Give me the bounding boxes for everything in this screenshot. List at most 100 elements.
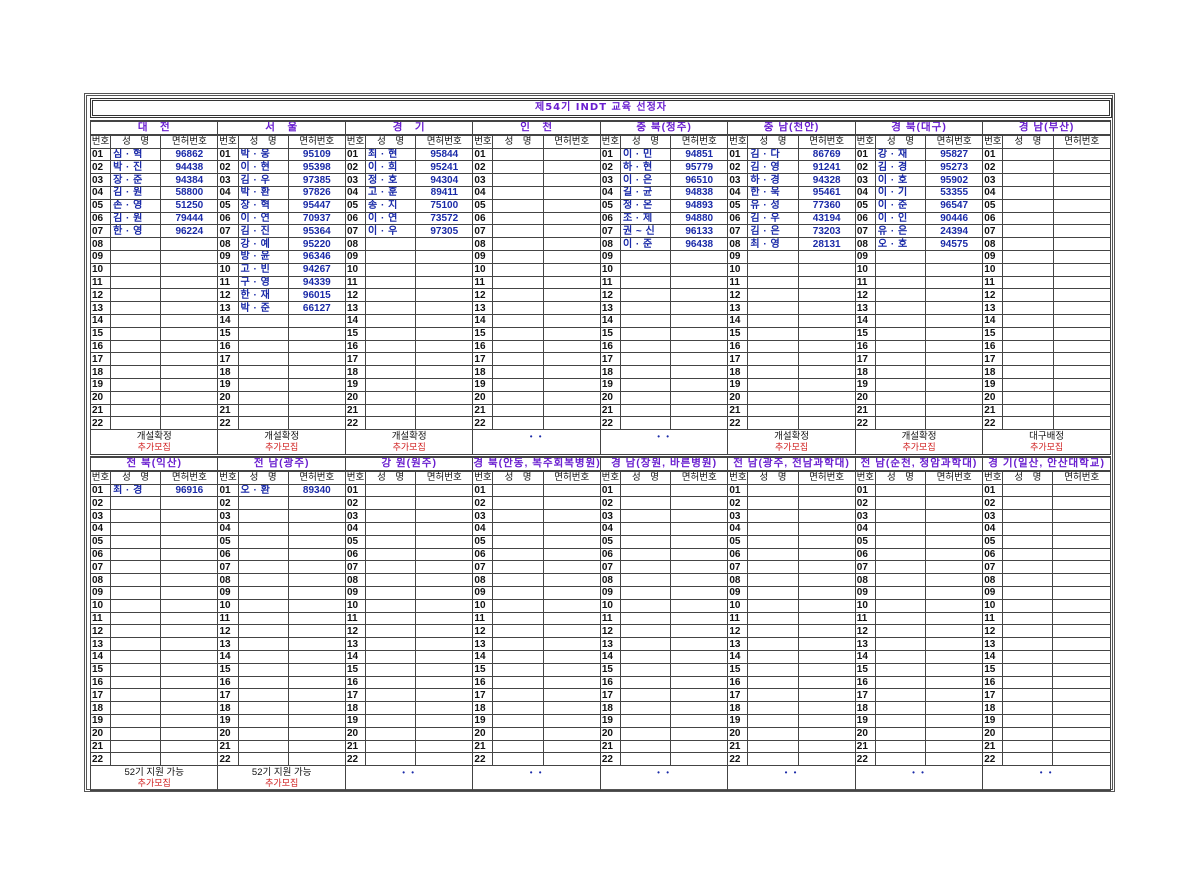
license-number: 73203 (797, 224, 856, 239)
license-number (542, 365, 601, 379)
row-number: 08 (982, 237, 1004, 251)
table-row: 06 김 · 원 79444 06 이 · 연 70937 06 이 · 연 73572 06 06… (89, 211, 1112, 226)
applicant-name: 정 · 온 (619, 198, 672, 213)
applicant-name (364, 313, 417, 328)
row-number: 05 (472, 534, 494, 549)
applicant-name (492, 326, 544, 341)
license-number (925, 288, 984, 303)
applicant-name (1002, 521, 1054, 536)
applicant-name (364, 739, 417, 754)
license-number (797, 326, 856, 341)
row-number: 17 (472, 352, 494, 367)
applicant-name (237, 611, 289, 626)
row-number: 19 (599, 713, 621, 728)
row-number: 07 (472, 224, 494, 239)
license-number: 96224 (160, 224, 219, 239)
row-number: 20 (89, 390, 112, 405)
row-number: 15 (727, 326, 749, 341)
row-number: 16 (344, 339, 367, 354)
license-number (925, 390, 984, 405)
row-number: 22 (727, 752, 749, 767)
header-num: 번호 (854, 470, 876, 485)
status-text: • • (657, 431, 672, 441)
status-text: 52기 지원 가능 (124, 766, 184, 778)
license-number (925, 262, 984, 277)
table-row: 04 김 · 원 58800 04 박 · 환 97826 04 고 · 훈 89411 04 04… (89, 185, 1112, 200)
license-number (287, 339, 346, 354)
applicant-name (1002, 416, 1054, 431)
header-num: 번호 (599, 134, 621, 149)
row-number: 11 (217, 275, 239, 290)
applicant-name (619, 726, 672, 741)
applicant-name (874, 637, 927, 651)
applicant-name: 조 · 제 (619, 211, 672, 226)
applicant-name: 이 · 연 (237, 211, 289, 226)
license-number (925, 662, 984, 677)
license-number (797, 688, 856, 703)
applicant-name (492, 611, 544, 626)
applicant-name (1002, 262, 1054, 277)
applicant-name (492, 534, 544, 549)
applicant-name: 이 · 현 (237, 160, 289, 175)
applicant-name (747, 585, 799, 600)
applicant-name (110, 624, 162, 639)
license-number (160, 301, 219, 315)
license-number (287, 521, 346, 536)
row-number: 01 (472, 147, 494, 162)
region-header: 전 남(순천, 청암과학대) (854, 456, 984, 472)
applicant-name: 박 · 웅 (237, 147, 289, 162)
row-number: 04 (854, 185, 876, 200)
row-number: 14 (599, 649, 621, 664)
applicant-name (619, 403, 672, 418)
applicant-name (1002, 739, 1054, 754)
row-number: 08 (599, 573, 621, 587)
row-number: 07 (854, 560, 876, 575)
applicant-name (1002, 496, 1054, 511)
row-number: 22 (217, 416, 239, 431)
header-num: 번호 (472, 134, 494, 149)
row-number: 21 (344, 739, 367, 754)
license-number (160, 313, 219, 328)
row-number: 13 (89, 637, 112, 651)
applicant-name: 송 · 지 (364, 198, 417, 213)
license-number (415, 483, 474, 498)
note-label (854, 777, 984, 791)
license-number (797, 483, 856, 498)
license-number: 96133 (670, 224, 729, 239)
applicant-name (619, 662, 672, 677)
row-number: 06 (982, 547, 1004, 562)
row-number: 17 (854, 352, 876, 367)
applicant-name (237, 403, 289, 418)
applicant-name (619, 739, 672, 754)
applicant-name: 김 · 은 (747, 224, 799, 239)
applicant-name (364, 547, 417, 562)
header-license: 면허번호 (925, 134, 984, 149)
applicant-name (110, 713, 162, 728)
applicant-name: 최 · 현 (364, 147, 417, 162)
license-number (797, 352, 856, 367)
applicant-name: 이 · 준 (619, 237, 672, 251)
applicant-name (237, 326, 289, 341)
row-number: 04 (89, 185, 112, 200)
row-number: 12 (727, 624, 749, 639)
applicant-name (110, 675, 162, 690)
applicant-name: 박 · 진 (110, 160, 162, 175)
status-text: • • (912, 767, 926, 777)
row-number: 10 (982, 262, 1004, 277)
header-name: 성 명 (874, 470, 927, 485)
row-number: 09 (982, 585, 1004, 600)
row-number: 03 (472, 173, 494, 187)
table-row: 05 손 · 영 51250 05 장 · 혁 95447 05 송 · 지 75100 05 05… (89, 198, 1112, 213)
applicant-name (619, 301, 672, 315)
applicant-name (492, 275, 544, 290)
license-number (797, 301, 856, 315)
row-number: 11 (854, 275, 876, 290)
row-number: 18 (217, 365, 239, 379)
row-number: 11 (89, 275, 112, 290)
license-number: 94267 (287, 262, 346, 277)
row-number: 14 (982, 313, 1004, 328)
header-license: 면허번호 (925, 470, 984, 485)
row-number: 14 (599, 313, 621, 328)
license-number (797, 726, 856, 741)
table-row: 16 16 16 16 16 16 16 16 (89, 339, 1112, 354)
